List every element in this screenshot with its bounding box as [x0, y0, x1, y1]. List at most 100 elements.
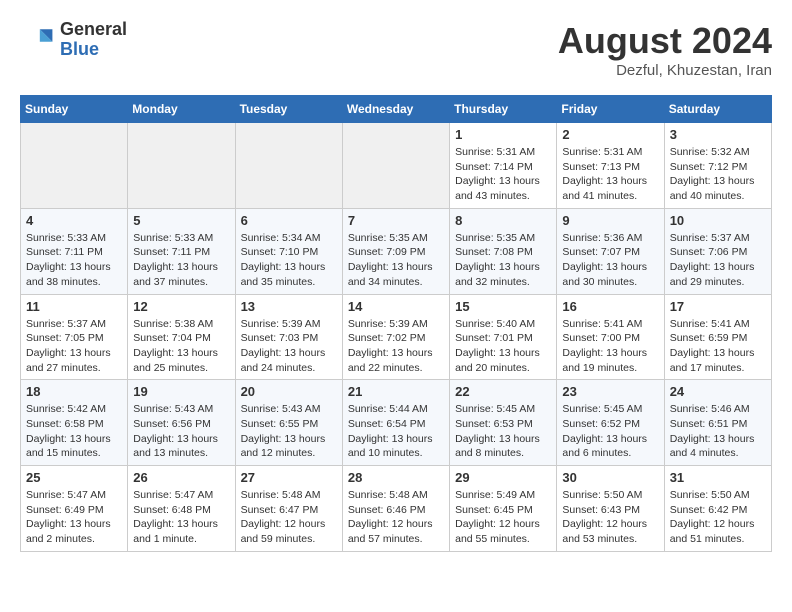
calendar-cell: 10 Sunrise: 5:37 AM Sunset: 7:06 PM Dayli… [664, 208, 771, 294]
calendar-cell: 31 Sunrise: 5:50 AM Sunset: 6:42 PM Dayli… [664, 466, 771, 552]
calendar-cell: 18Sunrise: 5:42 AM Sunset: 6:58 PM Dayli… [21, 380, 128, 466]
day-info: Sunrise: 5:37 AM Sunset: 7:06 PM Dayligh… [670, 231, 766, 290]
calendar-cell: 25 Sunrise: 5:47 AM Sunset: 6:49 PM Dayli… [21, 466, 128, 552]
day-info: Sunrise: 5:47 AM Sunset: 6:49 PM Dayligh… [26, 488, 122, 547]
day-number: 1 [455, 127, 551, 142]
day-info: Sunrise: 5:46 AM Sunset: 6:51 PM Dayligh… [670, 402, 766, 461]
day-info: Sunrise: 5:43 AM Sunset: 6:56 PM Dayligh… [133, 402, 229, 461]
day-number: 8 [455, 213, 551, 228]
calendar-cell: 28Sunrise: 5:48 AM Sunset: 6:46 PM Dayli… [342, 466, 449, 552]
day-info: Sunrise: 5:36 AM Sunset: 7:07 PM Dayligh… [562, 231, 658, 290]
day-number: 23 [562, 384, 658, 399]
logo-general: General [60, 20, 127, 40]
day-number: 18 [26, 384, 122, 399]
calendar-cell: 24 Sunrise: 5:46 AM Sunset: 6:51 PM Dayli… [664, 380, 771, 466]
calendar-cell: 13 Sunrise: 5:39 AM Sunset: 7:03 PM Dayli… [235, 294, 342, 380]
calendar-cell: 29 Sunrise: 5:49 AM Sunset: 6:45 PM Dayli… [450, 466, 557, 552]
logo-icon [20, 22, 56, 58]
day-number: 22 [455, 384, 551, 399]
day-info: Sunrise: 5:37 AM Sunset: 7:05 PM Dayligh… [26, 317, 122, 376]
calendar-cell: 8 Sunrise: 5:35 AM Sunset: 7:08 PM Daylig… [450, 208, 557, 294]
calendar-title: August 2024 [558, 20, 772, 62]
calendar-cell [128, 123, 235, 209]
calendar-cell: 23 Sunrise: 5:45 AM Sunset: 6:52 PM Dayli… [557, 380, 664, 466]
calendar-week-row: 1 Sunrise: 5:31 AM Sunset: 7:14 PM Daylig… [21, 123, 772, 209]
day-info: Sunrise: 5:49 AM Sunset: 6:45 PM Dayligh… [455, 488, 551, 547]
page-header: General Blue August 2024 Dezful, Khuzest… [20, 20, 772, 79]
calendar-week-row: 18Sunrise: 5:42 AM Sunset: 6:58 PM Dayli… [21, 380, 772, 466]
day-number: 16 [562, 299, 658, 314]
day-number: 12 [133, 299, 229, 314]
day-number: 3 [670, 127, 766, 142]
day-info: Sunrise: 5:40 AM Sunset: 7:01 PM Dayligh… [455, 317, 551, 376]
day-info: Sunrise: 5:39 AM Sunset: 7:03 PM Dayligh… [241, 317, 337, 376]
day-info: Sunrise: 5:48 AM Sunset: 6:46 PM Dayligh… [348, 488, 444, 547]
day-number: 2 [562, 127, 658, 142]
calendar-cell: 22 Sunrise: 5:45 AM Sunset: 6:53 PM Dayli… [450, 380, 557, 466]
calendar-cell: 16Sunrise: 5:41 AM Sunset: 7:00 PM Dayli… [557, 294, 664, 380]
day-number: 13 [241, 299, 337, 314]
calendar-table: SundayMondayTuesdayWednesdayThursdayFrid… [20, 95, 772, 552]
calendar-cell: 27Sunrise: 5:48 AM Sunset: 6:47 PM Dayli… [235, 466, 342, 552]
day-info: Sunrise: 5:32 AM Sunset: 7:12 PM Dayligh… [670, 145, 766, 204]
day-info: Sunrise: 5:47 AM Sunset: 6:48 PM Dayligh… [133, 488, 229, 547]
calendar-cell: 30 Sunrise: 5:50 AM Sunset: 6:43 PM Dayli… [557, 466, 664, 552]
calendar-week-row: 11 Sunrise: 5:37 AM Sunset: 7:05 PM Dayli… [21, 294, 772, 380]
day-info: Sunrise: 5:38 AM Sunset: 7:04 PM Dayligh… [133, 317, 229, 376]
calendar-cell: 26Sunrise: 5:47 AM Sunset: 6:48 PM Dayli… [128, 466, 235, 552]
day-info: Sunrise: 5:33 AM Sunset: 7:11 PM Dayligh… [26, 231, 122, 290]
calendar-cell: 6Sunrise: 5:34 AM Sunset: 7:10 PM Daylig… [235, 208, 342, 294]
day-number: 29 [455, 470, 551, 485]
col-header-sunday: Sunday [21, 96, 128, 123]
day-info: Sunrise: 5:50 AM Sunset: 6:42 PM Dayligh… [670, 488, 766, 547]
day-number: 6 [241, 213, 337, 228]
day-info: Sunrise: 5:44 AM Sunset: 6:54 PM Dayligh… [348, 402, 444, 461]
calendar-cell: 7Sunrise: 5:35 AM Sunset: 7:09 PM Daylig… [342, 208, 449, 294]
day-info: Sunrise: 5:41 AM Sunset: 6:59 PM Dayligh… [670, 317, 766, 376]
day-info: Sunrise: 5:31 AM Sunset: 7:14 PM Dayligh… [455, 145, 551, 204]
day-info: Sunrise: 5:35 AM Sunset: 7:08 PM Dayligh… [455, 231, 551, 290]
calendar-subtitle: Dezful, Khuzestan, Iran [558, 62, 772, 79]
day-number: 5 [133, 213, 229, 228]
day-info: Sunrise: 5:43 AM Sunset: 6:55 PM Dayligh… [241, 402, 337, 461]
day-number: 11 [26, 299, 122, 314]
logo-text: General Blue [60, 20, 127, 60]
calendar-cell: 4 Sunrise: 5:33 AM Sunset: 7:11 PM Daylig… [21, 208, 128, 294]
day-number: 17 [670, 299, 766, 314]
calendar-week-row: 25 Sunrise: 5:47 AM Sunset: 6:49 PM Dayli… [21, 466, 772, 552]
day-info: Sunrise: 5:50 AM Sunset: 6:43 PM Dayligh… [562, 488, 658, 547]
day-info: Sunrise: 5:45 AM Sunset: 6:52 PM Dayligh… [562, 402, 658, 461]
col-header-monday: Monday [128, 96, 235, 123]
col-header-friday: Friday [557, 96, 664, 123]
calendar-cell: 17 Sunrise: 5:41 AM Sunset: 6:59 PM Dayli… [664, 294, 771, 380]
calendar-cell: 1 Sunrise: 5:31 AM Sunset: 7:14 PM Daylig… [450, 123, 557, 209]
calendar-cell [342, 123, 449, 209]
day-number: 24 [670, 384, 766, 399]
day-number: 30 [562, 470, 658, 485]
day-number: 31 [670, 470, 766, 485]
day-number: 19 [133, 384, 229, 399]
day-info: Sunrise: 5:31 AM Sunset: 7:13 PM Dayligh… [562, 145, 658, 204]
day-info: Sunrise: 5:48 AM Sunset: 6:47 PM Dayligh… [241, 488, 337, 547]
day-number: 10 [670, 213, 766, 228]
day-info: Sunrise: 5:45 AM Sunset: 6:53 PM Dayligh… [455, 402, 551, 461]
calendar-cell: 3 Sunrise: 5:32 AM Sunset: 7:12 PM Daylig… [664, 123, 771, 209]
day-info: Sunrise: 5:39 AM Sunset: 7:02 PM Dayligh… [348, 317, 444, 376]
calendar-header-row: SundayMondayTuesdayWednesdayThursdayFrid… [21, 96, 772, 123]
calendar-cell [21, 123, 128, 209]
calendar-cell: 14Sunrise: 5:39 AM Sunset: 7:02 PM Dayli… [342, 294, 449, 380]
calendar-cell: 9 Sunrise: 5:36 AM Sunset: 7:07 PM Daylig… [557, 208, 664, 294]
calendar-cell: 5Sunrise: 5:33 AM Sunset: 7:11 PM Daylig… [128, 208, 235, 294]
day-number: 4 [26, 213, 122, 228]
calendar-cell: 12 Sunrise: 5:38 AM Sunset: 7:04 PM Dayli… [128, 294, 235, 380]
calendar-cell: 15 Sunrise: 5:40 AM Sunset: 7:01 PM Dayli… [450, 294, 557, 380]
col-header-saturday: Saturday [664, 96, 771, 123]
day-number: 15 [455, 299, 551, 314]
day-number: 9 [562, 213, 658, 228]
day-number: 25 [26, 470, 122, 485]
day-number: 7 [348, 213, 444, 228]
logo: General Blue [20, 20, 127, 60]
col-header-thursday: Thursday [450, 96, 557, 123]
calendar-week-row: 4 Sunrise: 5:33 AM Sunset: 7:11 PM Daylig… [21, 208, 772, 294]
calendar-cell: 19 Sunrise: 5:43 AM Sunset: 6:56 PM Dayli… [128, 380, 235, 466]
